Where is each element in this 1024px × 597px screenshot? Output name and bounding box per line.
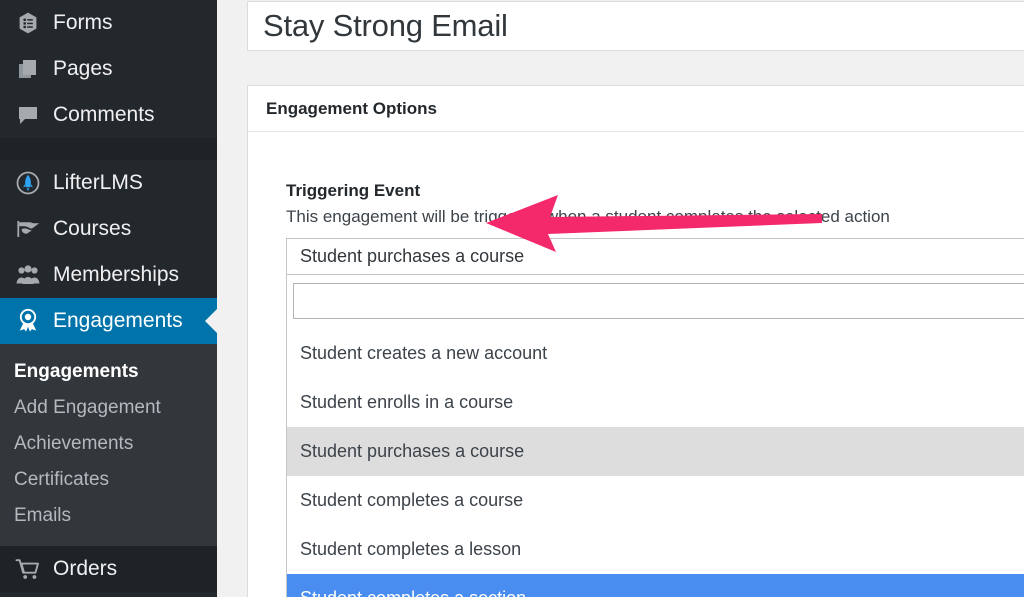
sidebar-item-lifterlms[interactable]: LifterLMS [0, 160, 217, 206]
graduation-cap-icon [11, 212, 45, 246]
dropdown-search-row [287, 283, 1024, 329]
sidebar-item-comments[interactable]: Comments [0, 92, 217, 138]
forms-icon [11, 6, 45, 40]
select-display-value[interactable]: Student purchases a course [286, 238, 1024, 274]
panel-header: Engagement Options [248, 86, 1024, 132]
admin-screen: Forms Pages Comments LifterLMS Courses M… [0, 0, 1024, 597]
engagement-options-panel: Engagement Options Triggering Event This… [247, 85, 1024, 597]
submenu-item-emails[interactable]: Emails [0, 498, 217, 534]
submenu-item-certificates[interactable]: Certificates [0, 462, 217, 498]
submenu-item-engagements[interactable]: Engagements [0, 354, 217, 390]
sidebar-item-orders[interactable]: Orders [0, 546, 217, 592]
panel-title: Engagement Options [266, 98, 437, 118]
sidebar-item-pages[interactable]: Pages [0, 46, 217, 92]
triggering-event-select[interactable]: Student purchases a course Student creat… [286, 195, 1024, 597]
main-content: Stay Strong Email Engagement Options Tri… [217, 0, 1024, 597]
triggering-event-label: Triggering Event [286, 181, 421, 200]
people-group-icon [11, 258, 45, 292]
sidebar-item-label: Pages [53, 57, 113, 80]
sidebar-item-label: Courses [53, 217, 132, 240]
select-dropdown: Student creates a new account Student en… [286, 274, 1024, 597]
lifterlms-rocket-icon [11, 166, 45, 200]
sidebar-item-label: Orders [53, 557, 118, 580]
sidebar-item-memberships[interactable]: Memberships [0, 252, 217, 298]
sidebar-item-label: Memberships [53, 263, 180, 286]
engagements-submenu: Engagements Add Engagement Achievements … [0, 344, 217, 546]
active-item-pointer [205, 309, 217, 333]
sidebar-item-engagements[interactable]: Engagements [0, 298, 217, 344]
dropdown-option[interactable]: Student creates a new account [287, 329, 1024, 378]
sidebar-group-content: Forms Pages Comments [0, 0, 217, 138]
dropdown-option[interactable]: Student completes a lesson [287, 525, 1024, 574]
sidebar-item-label: Comments [53, 103, 155, 126]
panel-body: Triggering Event This engagement will be… [248, 132, 1024, 597]
sidebar-item-label: LifterLMS [53, 171, 143, 194]
sidebar-item-label: Forms [53, 11, 113, 34]
sidebar-item-label: Engagements [53, 309, 183, 332]
triggering-event-description: This engagement will be triggered when a… [286, 207, 890, 226]
award-ribbon-icon [11, 304, 45, 338]
submenu-item-add-engagement[interactable]: Add Engagement [0, 390, 217, 426]
dropdown-option[interactable]: Student enrolls in a course [287, 378, 1024, 427]
post-title-field[interactable]: Stay Strong Email [247, 1, 1024, 51]
comments-icon [11, 98, 45, 132]
page-title: Stay Strong Email [263, 8, 508, 43]
sidebar-separator [0, 138, 217, 160]
dropdown-search-input[interactable] [293, 283, 1024, 319]
sidebar-item-courses[interactable]: Courses [0, 206, 217, 252]
admin-sidebar: Forms Pages Comments LifterLMS Courses M… [0, 0, 217, 597]
pages-icon [11, 52, 45, 86]
shopping-cart-icon [11, 552, 45, 586]
sidebar-item-forms[interactable]: Forms [0, 0, 217, 46]
submenu-item-achievements[interactable]: Achievements [0, 426, 217, 462]
dropdown-option[interactable]: Student completes a section [287, 574, 1024, 597]
dropdown-option[interactable]: Student completes a course [287, 476, 1024, 525]
dropdown-option[interactable]: Student purchases a course [287, 427, 1024, 476]
sidebar-group-lms: LifterLMS Courses Memberships Engagement… [0, 160, 217, 592]
